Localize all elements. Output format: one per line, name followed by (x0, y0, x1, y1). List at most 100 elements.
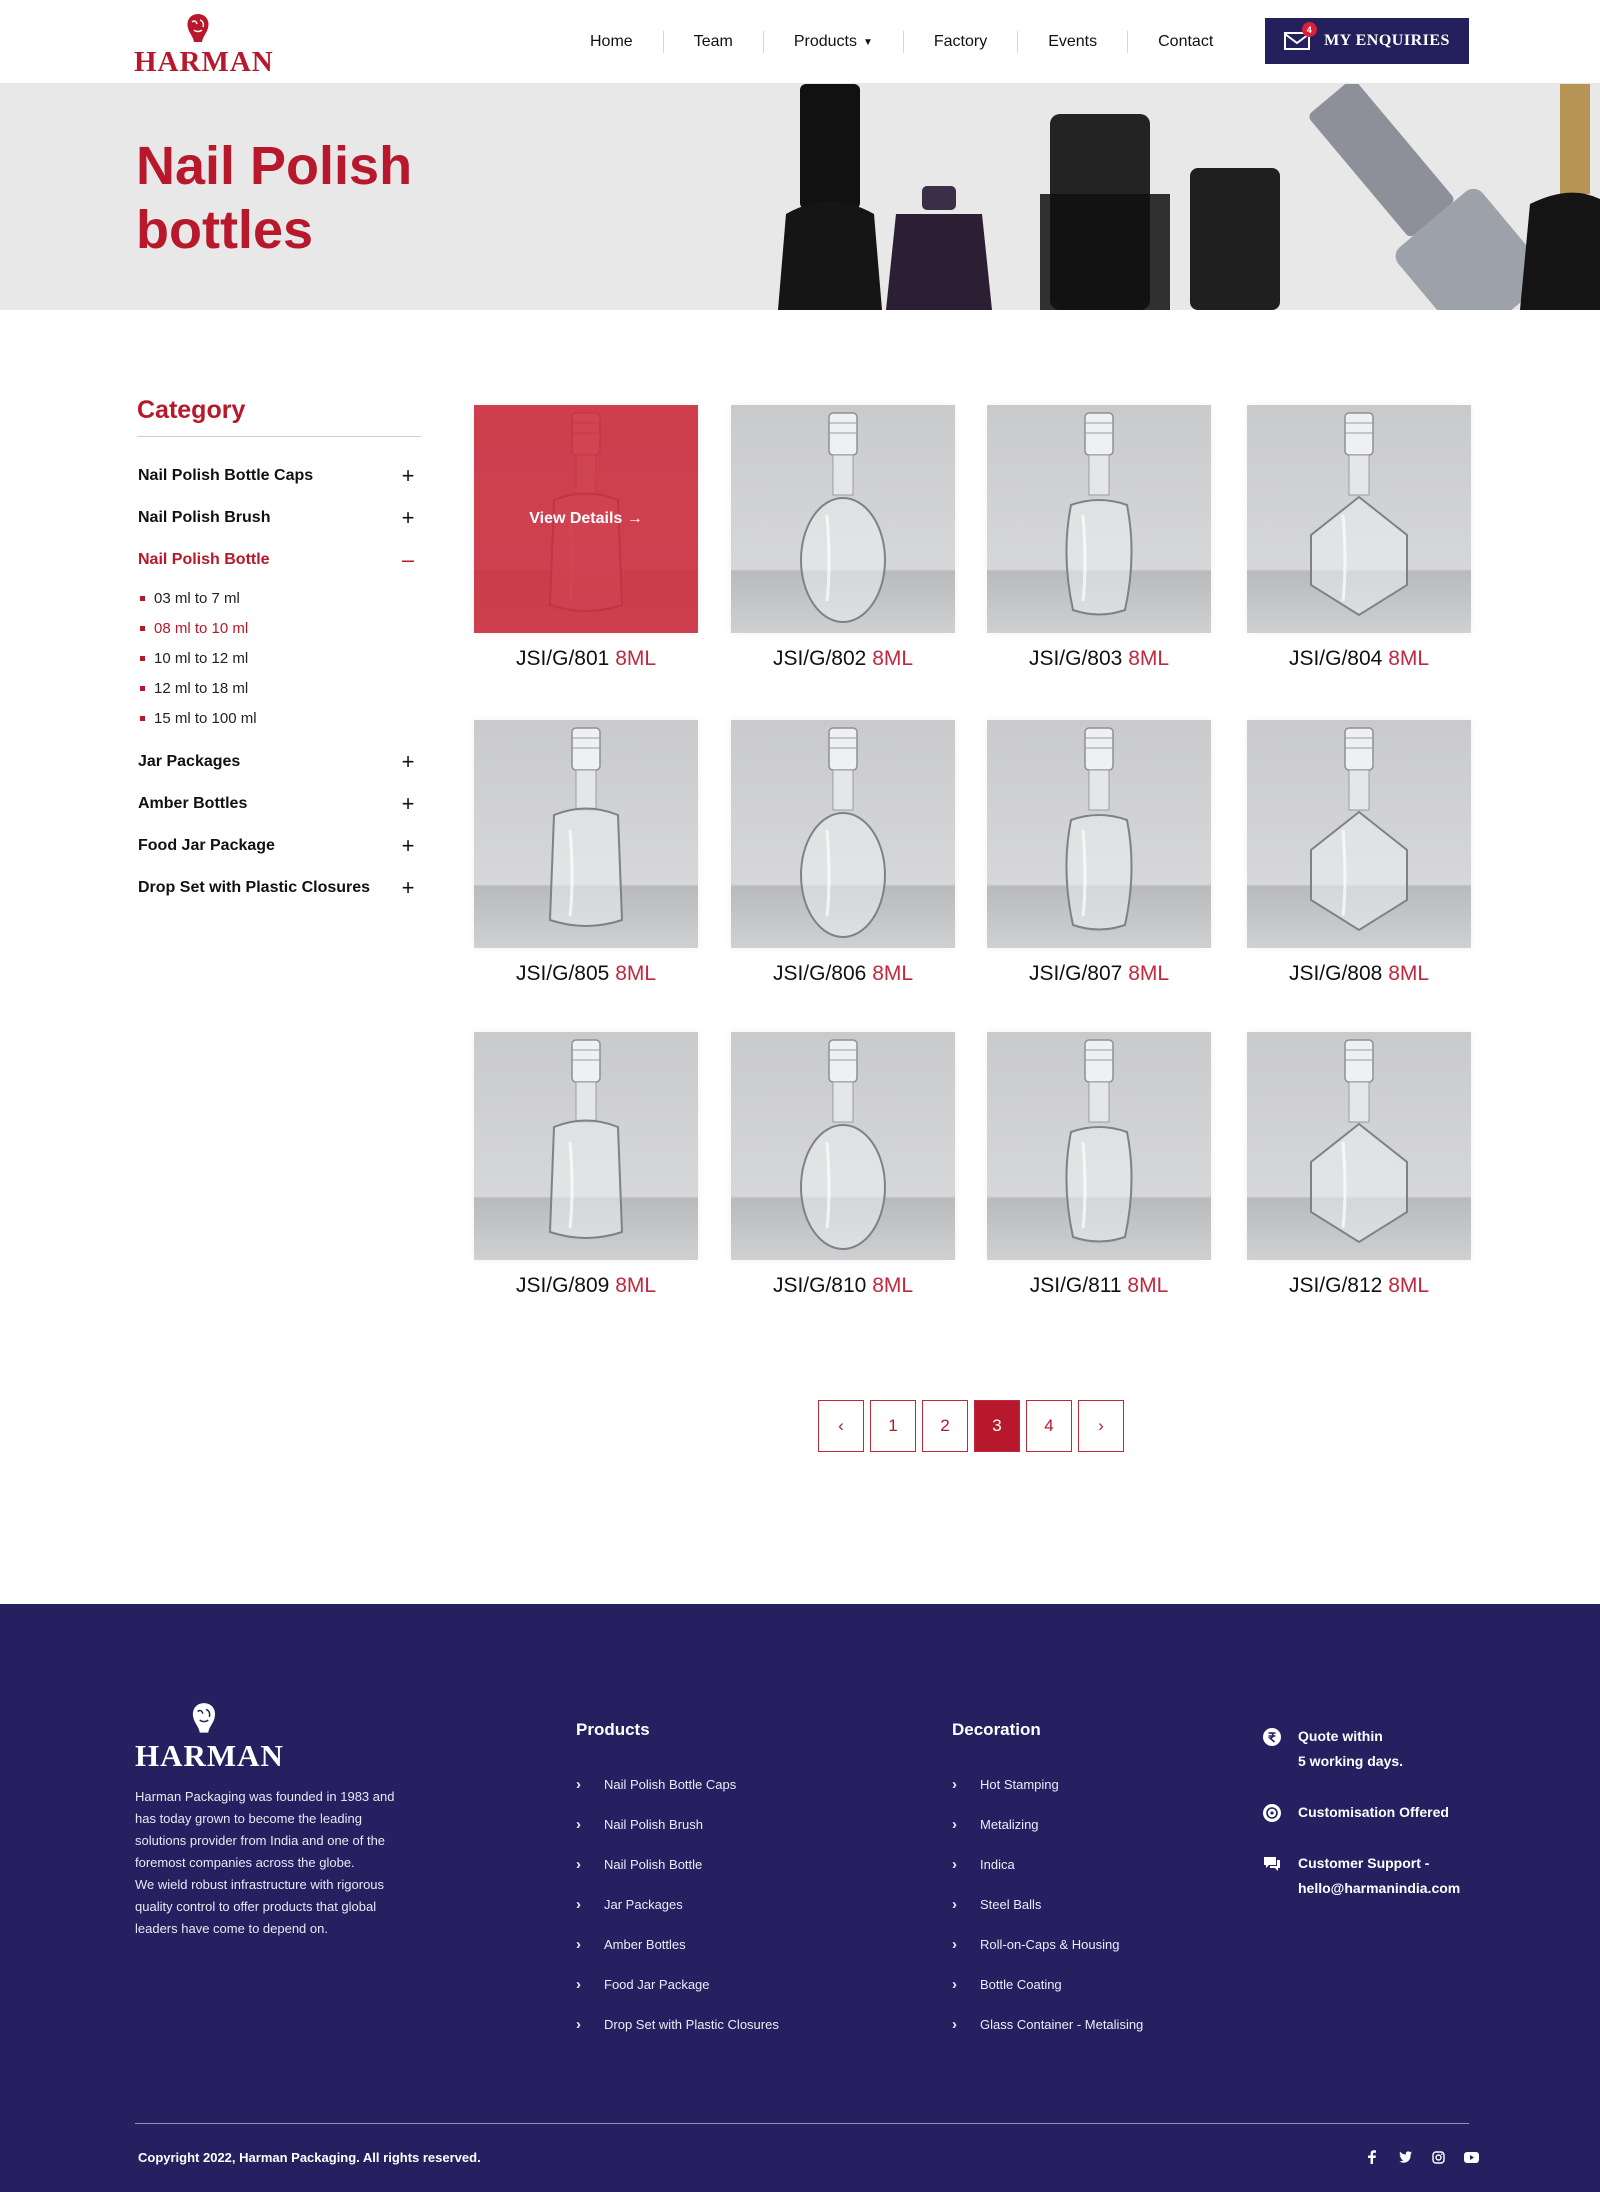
category-food-jar-package[interactable]: Food Jar Package + (138, 825, 418, 867)
product-card[interactable]: JSI/G/812 8ML (1247, 1032, 1471, 1298)
plus-icon[interactable]: + (398, 793, 418, 815)
footer-link[interactable]: › Roll-on-Caps & Housing (952, 1924, 1143, 1964)
product-image[interactable]: View Details → (474, 405, 698, 633)
product-caption[interactable]: JSI/G/801 8ML (474, 647, 698, 671)
category-nail-polish-bottle-caps[interactable]: Nail Polish Bottle Caps + (138, 455, 418, 497)
footer-link[interactable]: › Bottle Coating (952, 1964, 1143, 2004)
product-caption[interactable]: JSI/G/805 8ML (474, 962, 698, 986)
category-jar-packages[interactable]: Jar Packages + (138, 741, 418, 783)
product-caption[interactable]: JSI/G/806 8ML (731, 962, 955, 986)
footer-link[interactable]: › Hot Stamping (952, 1764, 1143, 1804)
product-image[interactable] (1247, 720, 1471, 948)
nav-team[interactable]: Team (664, 31, 764, 53)
footer-link-label: Nail Polish Bottle Caps (604, 1776, 737, 1792)
twitter-icon[interactable] (1396, 2148, 1414, 2166)
footer-link-label: Drop Set with Plastic Closures (604, 2016, 779, 2032)
subcategory-item[interactable]: 12 ml to 18 ml (140, 673, 418, 703)
product-card[interactable]: JSI/G/806 8ML (731, 720, 955, 986)
prev-page-button[interactable]: ‹ (818, 1400, 864, 1452)
category-nail-polish-brush[interactable]: Nail Polish Brush + (138, 497, 418, 539)
product-caption[interactable]: JSI/G/802 8ML (731, 647, 955, 671)
footer-link[interactable]: › Metalizing (952, 1804, 1143, 1844)
category-amber-bottles[interactable]: Amber Bottles + (138, 783, 418, 825)
category-title: Category (137, 396, 246, 424)
product-image[interactable] (731, 720, 955, 948)
plus-icon[interactable]: + (398, 465, 418, 487)
category-label: Jar Packages (138, 753, 241, 770)
footer-link[interactable]: › Nail Polish Bottle Caps (576, 1764, 779, 1804)
footer-link-label: Jar Packages (604, 1896, 683, 1912)
product-image[interactable] (731, 405, 955, 633)
plus-icon[interactable]: + (398, 877, 418, 899)
subcategory-item[interactable]: 03 ml to 7 ml (140, 583, 418, 613)
product-card[interactable]: JSI/G/807 8ML (987, 720, 1211, 986)
harman-logo[interactable]: HARMAN (134, 12, 273, 78)
product-image[interactable] (731, 1032, 955, 1260)
footer-link[interactable]: › Nail Polish Bottle (576, 1844, 779, 1884)
footer-link[interactable]: › Nail Polish Brush (576, 1804, 779, 1844)
product-image[interactable] (987, 405, 1211, 633)
product-size: 8ML (1388, 647, 1430, 670)
chevron-right-icon: › (576, 1975, 581, 1993)
footer-link[interactable]: › Steel Balls (952, 1884, 1143, 1924)
product-image[interactable] (987, 720, 1211, 948)
my-enquiries-button[interactable]: 4 MY ENQUIRIES (1265, 18, 1469, 64)
product-card[interactable]: JSI/G/803 8ML (987, 405, 1211, 671)
subcategory-item[interactable]: 10 ml to 12 ml (140, 643, 418, 673)
product-card[interactable]: JSI/G/802 8ML (731, 405, 955, 671)
product-card[interactable]: JSI/G/808 8ML (1247, 720, 1471, 986)
product-card[interactable]: View Details → JSI/G/801 8ML (474, 405, 698, 671)
subcategory-item-active[interactable]: 08 ml to 10 ml (140, 613, 418, 643)
product-caption[interactable]: JSI/G/810 8ML (731, 1274, 955, 1298)
product-caption[interactable]: JSI/G/804 8ML (1247, 647, 1471, 671)
footer-link[interactable]: › Food Jar Package (576, 1964, 779, 2004)
plus-icon[interactable]: + (398, 835, 418, 857)
minus-icon[interactable]: – (398, 549, 418, 571)
product-caption[interactable]: JSI/G/808 8ML (1247, 962, 1471, 986)
footer-link[interactable]: › Glass Container - Metalising (952, 2004, 1143, 2044)
youtube-icon[interactable] (1462, 2148, 1480, 2166)
page-button-4[interactable]: 4 (1026, 1400, 1072, 1452)
product-card[interactable]: JSI/G/805 8ML (474, 720, 698, 986)
category-drop-set[interactable]: Drop Set with Plastic Closures + (138, 867, 418, 909)
nav-products[interactable]: Products ▼ (764, 31, 904, 53)
plus-icon[interactable]: + (398, 507, 418, 529)
footer-info-support[interactable]: Customer Support - hello@harmanindia.com (1262, 1851, 1482, 1901)
product-caption[interactable]: JSI/G/811 8ML (987, 1274, 1211, 1298)
facebook-icon[interactable] (1363, 2148, 1381, 2166)
chevron-right-icon: › (952, 1975, 957, 1993)
page-button-2[interactable]: 2 (922, 1400, 968, 1452)
nav-contact[interactable]: Contact (1128, 31, 1243, 53)
product-caption[interactable]: JSI/G/812 8ML (1247, 1274, 1471, 1298)
product-card[interactable]: JSI/G/811 8ML (987, 1032, 1211, 1298)
nav-events[interactable]: Events (1018, 31, 1129, 53)
product-card[interactable]: JSI/G/804 8ML (1247, 405, 1471, 671)
product-caption[interactable]: JSI/G/803 8ML (987, 647, 1211, 671)
product-caption[interactable]: JSI/G/809 8ML (474, 1274, 698, 1298)
nav-factory[interactable]: Factory (904, 31, 1019, 53)
page-button-1[interactable]: 1 (870, 1400, 916, 1452)
product-caption[interactable]: JSI/G/807 8ML (987, 962, 1211, 986)
view-details-overlay[interactable]: View Details → (474, 405, 698, 633)
product-image[interactable] (987, 1032, 1211, 1260)
footer-link[interactable]: › Amber Bottles (576, 1924, 779, 1964)
plus-icon[interactable]: + (398, 751, 418, 773)
product-card[interactable]: JSI/G/810 8ML (731, 1032, 955, 1298)
footer-link[interactable]: › Jar Packages (576, 1884, 779, 1924)
footer-link[interactable]: › Drop Set with Plastic Closures (576, 2004, 779, 2044)
category-nail-polish-bottle[interactable]: Nail Polish Bottle – (138, 539, 418, 581)
product-image[interactable] (1247, 405, 1471, 633)
chevron-right-icon: › (952, 1895, 957, 1913)
product-image[interactable] (474, 720, 698, 948)
instagram-icon[interactable] (1429, 2148, 1447, 2166)
product-image[interactable] (1247, 1032, 1471, 1260)
next-page-button[interactable]: › (1078, 1400, 1124, 1452)
site-header: HARMAN Home Team Products ▼ Factory Event… (0, 0, 1600, 84)
subcategory-item[interactable]: 15 ml to 100 ml (140, 703, 418, 733)
footer-link[interactable]: › Indica (952, 1844, 1143, 1884)
product-card[interactable]: JSI/G/809 8ML (474, 1032, 698, 1298)
footer-logo[interactable]: HARMAN (135, 1700, 283, 1773)
page-button-3-current[interactable]: 3 (974, 1400, 1020, 1452)
product-image[interactable] (474, 1032, 698, 1260)
nav-home[interactable]: Home (560, 31, 664, 53)
